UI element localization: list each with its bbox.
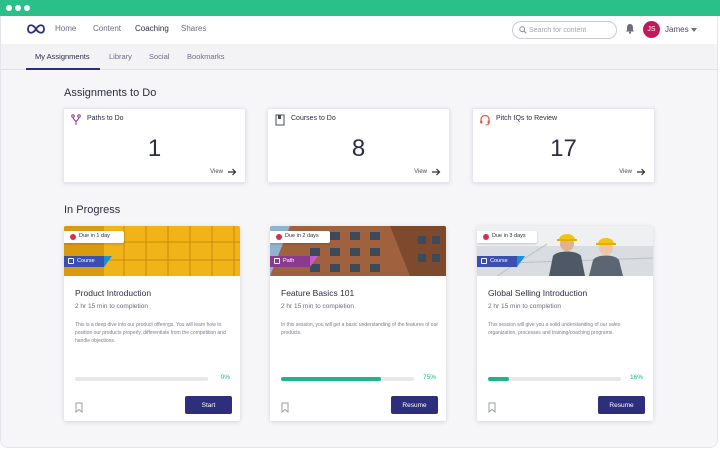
path-icon: [274, 258, 280, 264]
course-title[interactable]: Global Selling Introduction: [488, 288, 587, 298]
resume-button[interactable]: Resume: [391, 396, 438, 414]
progress-bar: [281, 377, 414, 381]
progress-percent: 75%: [422, 374, 436, 381]
due-badge: Due in 3 days: [477, 231, 537, 243]
arrow-right-icon[interactable]: [227, 168, 237, 176]
stat-label: Pitch IQs to Review: [496, 115, 558, 122]
progress-fill: [488, 377, 510, 381]
course-duration: 2 hr 15 min to completion: [75, 303, 148, 310]
window-dot-icon: [15, 5, 21, 11]
due-text: Due in 1 day: [79, 233, 110, 239]
chevron-down-icon[interactable]: [691, 28, 697, 32]
sub-nav: My Assignments Library Social Bookmarks: [1, 44, 717, 70]
course-book-icon: [68, 258, 74, 264]
course-title[interactable]: Feature Basics 101: [281, 288, 354, 298]
top-nav: Home Content Coaching Shares JS James: [1, 16, 717, 44]
tab-my-assignments[interactable]: My Assignments: [35, 52, 90, 61]
window-dot-icon: [6, 5, 12, 11]
type-label: Path: [283, 258, 295, 264]
stat-count: 1: [147, 135, 162, 162]
stat-card-courses[interactable]: Courses to Do 8 View: [267, 108, 450, 183]
due-text: Due in 2 days: [285, 233, 319, 239]
course-card[interactable]: Due in 2 days Path Feature Basics 101 2 …: [270, 226, 446, 421]
tab-library[interactable]: Library: [109, 52, 132, 61]
progress-fill: [281, 377, 381, 381]
notification-bell-icon[interactable]: [625, 23, 635, 34]
type-badge: Course: [477, 256, 517, 267]
start-button[interactable]: Start: [185, 396, 232, 414]
course-description: This is a deep dive into our product off…: [75, 322, 226, 344]
alert-dot-icon: [276, 234, 282, 240]
alert-dot-icon: [483, 234, 489, 240]
badge-ribbon: [517, 256, 525, 267]
stat-card-paths[interactable]: Paths to Do 1 View: [63, 108, 246, 183]
due-badge: Due in 1 day: [64, 231, 124, 243]
stat-count: 17: [550, 135, 577, 162]
headset-icon: [480, 114, 490, 126]
tab-social[interactable]: Social: [149, 52, 169, 61]
stat-label: Courses to Do: [291, 115, 336, 122]
badge-ribbon: [310, 256, 318, 267]
progress-bar: [75, 377, 208, 381]
stat-card-pitch-iqs[interactable]: Pitch IQs to Review 17 View: [472, 108, 655, 183]
window-dot-icon: [24, 5, 30, 11]
stat-count: 8: [351, 135, 366, 162]
due-badge: Due in 2 days: [270, 231, 330, 243]
user-avatar[interactable]: JS: [643, 21, 660, 38]
nav-home[interactable]: Home: [55, 24, 76, 33]
type-label: Course: [490, 258, 508, 264]
window-titlebar: [0, 0, 720, 16]
app-frame: Home Content Coaching Shares JS James My…: [0, 16, 718, 448]
nav-coaching[interactable]: Coaching: [135, 24, 169, 33]
course-book-icon: [481, 258, 487, 264]
active-tab-indicator: [26, 68, 100, 70]
view-link[interactable]: View: [619, 169, 632, 175]
bookmark-icon[interactable]: [75, 402, 83, 413]
badge-ribbon: [104, 256, 112, 267]
type-badge: Course: [64, 256, 104, 267]
course-book-icon: [275, 114, 285, 126]
course-description: In this session, you will get a basic un…: [281, 322, 439, 336]
alert-dot-icon: [70, 234, 76, 240]
search-box[interactable]: [512, 21, 617, 39]
course-card[interactable]: Due in 1 day Course Product Introduction…: [64, 226, 240, 421]
course-duration: 2 hr 15 min to completion: [281, 303, 354, 310]
view-link[interactable]: View: [414, 169, 427, 175]
progress-bar: [488, 377, 621, 381]
arrow-right-icon[interactable]: [431, 168, 441, 176]
assignments-heading: Assignments to Do: [64, 87, 157, 99]
bookmark-icon[interactable]: [281, 402, 289, 413]
due-text: Due in 3 days: [492, 233, 526, 239]
course-card[interactable]: Due in 3 days Course Global Selling Intr…: [477, 226, 653, 421]
path-icon: [71, 114, 81, 125]
search-input[interactable]: [529, 24, 613, 36]
nav-content[interactable]: Content: [93, 24, 121, 33]
stat-label: Paths to Do: [87, 115, 124, 122]
tab-bookmarks[interactable]: Bookmarks: [187, 52, 225, 61]
bookmark-icon[interactable]: [488, 402, 496, 413]
progress-percent: 0%: [220, 374, 230, 381]
progress-percent: 16%: [629, 374, 643, 381]
app-logo-icon[interactable]: [26, 23, 46, 35]
arrow-right-icon[interactable]: [636, 168, 646, 176]
type-label: Course: [77, 258, 95, 264]
view-link[interactable]: View: [210, 169, 223, 175]
course-description: This session will give you a solid under…: [488, 322, 621, 336]
search-icon: [519, 26, 527, 34]
course-title[interactable]: Product Introduction: [75, 288, 151, 298]
nav-shares[interactable]: Shares: [181, 24, 206, 33]
user-name[interactable]: James: [665, 25, 689, 34]
resume-button[interactable]: Resume: [598, 396, 645, 414]
in-progress-heading: In Progress: [64, 204, 121, 216]
course-duration: 2 hr 15 min to completion: [488, 303, 561, 310]
type-badge: Path: [270, 256, 310, 267]
